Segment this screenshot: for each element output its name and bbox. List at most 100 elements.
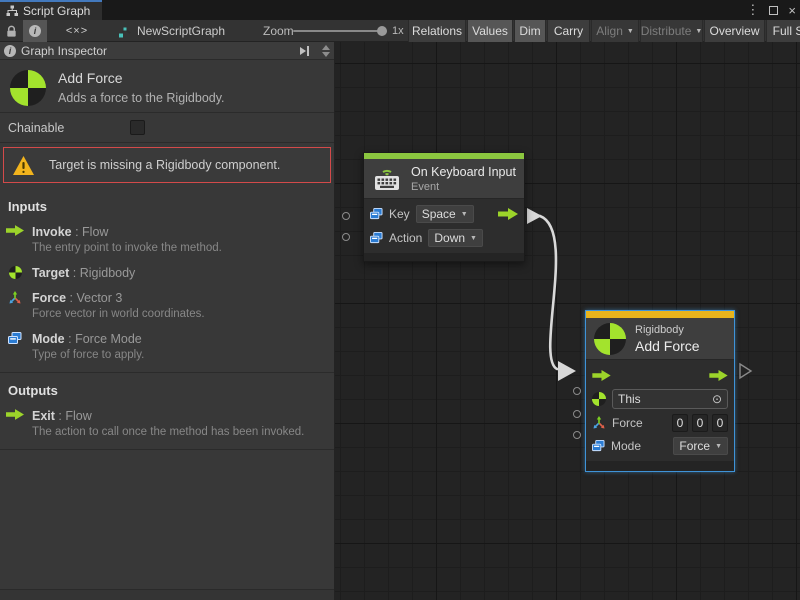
value-port[interactable] <box>342 212 350 220</box>
wire-start-arrow-icon[interactable] <box>527 208 542 224</box>
code-view-button[interactable]: <×> <box>59 20 95 42</box>
inspector-header: i Graph Inspector <box>0 42 334 60</box>
zoom-value: 1x <box>392 20 404 42</box>
node-warning-bar <box>586 311 734 318</box>
rigidbody-icon <box>594 323 626 355</box>
graph-inspector-panel: i Graph Inspector Add Force Adds a force… <box>0 42 335 600</box>
value-port[interactable] <box>342 233 350 241</box>
object-picker-icon[interactable]: ⊙ <box>712 392 722 406</box>
graph-breadcrumb[interactable]: NewScriptGraph <box>118 20 225 42</box>
flow-output-arrow-icon[interactable] <box>709 370 728 381</box>
info-icon: i <box>29 25 41 37</box>
fullscreen-label: Full S <box>773 24 800 38</box>
panel-spinner[interactable] <box>322 45 330 57</box>
mode-label: Mode <box>611 439 641 453</box>
mode-dropdown[interactable]: Force ▼ <box>673 437 728 455</box>
enum-icon <box>592 440 605 452</box>
dim-label: Dim <box>519 24 540 38</box>
dim-button[interactable]: Dim <box>514 20 546 42</box>
warning-text: Target is missing a Rigidbody component. <box>49 158 280 172</box>
overview-button[interactable]: Overview <box>704 20 765 42</box>
tab-title: Script Graph <box>23 4 90 18</box>
carry-label: Carry <box>554 24 583 38</box>
tab-script-graph[interactable]: Script Graph <box>0 0 102 20</box>
close-icon[interactable]: × <box>788 3 796 18</box>
values-label: Values <box>472 24 508 38</box>
node-body: This ⊙ Force 0 0 0 <box>586 360 734 461</box>
force-y-input[interactable]: 0 <box>692 414 708 432</box>
zoom-slider-track[interactable] <box>293 30 387 32</box>
fullscreen-button[interactable]: Full S <box>766 20 800 42</box>
rigidbody-icon <box>592 392 606 406</box>
port-row-mode: Mode : Force Mode Type of force to apply… <box>0 331 334 363</box>
inputs-header: Inputs <box>0 189 334 224</box>
port-row-exit: Exit : Flow The action to call once the … <box>0 408 334 440</box>
spin-up-icon[interactable] <box>322 45 330 50</box>
force-z-input[interactable]: 0 <box>712 414 728 432</box>
node-add-force[interactable]: Rigidbody Add Force This ⊙ <box>585 310 735 472</box>
node-footer <box>586 461 734 471</box>
inspector-bottom-strip <box>0 589 334 600</box>
lock-icon <box>5 25 18 38</box>
value-port[interactable] <box>573 387 581 395</box>
graph-canvas[interactable]: On Keyboard Input Event Key Space ▼ <box>335 42 800 600</box>
key-label: Key <box>389 207 410 221</box>
align-button[interactable]: Align ▼ <box>591 20 639 42</box>
flow-arrow-icon <box>6 225 24 236</box>
overview-label: Overview <box>709 24 759 38</box>
flow-input-arrow-icon[interactable] <box>592 370 611 381</box>
node-header[interactable]: On Keyboard Input Event <box>364 159 524 199</box>
values-button[interactable]: Values <box>467 20 513 42</box>
chainable-row: Chainable <box>0 113 334 143</box>
force-label: Force <box>612 416 643 430</box>
code-icon: <×> <box>66 25 88 37</box>
spin-down-icon[interactable] <box>322 52 330 57</box>
chevron-down-icon: ▼ <box>461 211 468 218</box>
info-icon: i <box>4 45 16 57</box>
action-value: Down <box>434 231 465 245</box>
window-controls: ⋮ × <box>746 0 796 20</box>
carry-button[interactable]: Carry <box>547 20 590 42</box>
node-footer <box>364 253 524 261</box>
enum-icon <box>8 332 22 345</box>
key-dropdown[interactable]: Space ▼ <box>416 205 474 223</box>
dock-panel-icon[interactable] <box>300 46 309 56</box>
this-object-field[interactable]: This ⊙ <box>612 389 728 409</box>
port-row-invoke: Invoke : Flow The entry point to invoke … <box>0 224 334 256</box>
node-body: Key Space ▼ Action Down <box>364 199 524 253</box>
relations-button[interactable]: Relations <box>408 20 466 42</box>
this-value: This <box>618 392 641 406</box>
force-x-input[interactable]: 0 <box>672 414 688 432</box>
node-category: Rigidbody <box>635 324 700 336</box>
zoom-slider-handle[interactable] <box>377 26 387 36</box>
chevron-down-icon: ▼ <box>715 443 722 450</box>
value-port[interactable] <box>573 410 581 418</box>
rigidbody-icon <box>10 70 46 106</box>
value-port[interactable] <box>573 431 581 439</box>
lock-button[interactable] <box>0 20 22 42</box>
tab-bar: Script Graph ⋮ × <box>0 0 800 20</box>
node-on-keyboard-input[interactable]: On Keyboard Input Event Key Space ▼ <box>363 152 525 262</box>
node-title: Add Force <box>635 338 700 354</box>
menu-icon[interactable]: ⋮ <box>746 2 759 18</box>
rigidbody-icon <box>9 266 22 279</box>
wire-end-arrow-icon[interactable] <box>558 361 576 381</box>
unit-summary: Add Force Adds a force to the Rigidbody. <box>0 60 334 113</box>
info-button[interactable]: i <box>23 20 47 42</box>
warning-icon <box>12 155 35 176</box>
flow-output-arrow-icon[interactable] <box>498 208 518 220</box>
distribute-button[interactable]: Distribute ▼ <box>640 20 703 42</box>
chainable-checkbox[interactable] <box>130 120 145 135</box>
node-header[interactable]: Rigidbody Add Force <box>586 318 734 360</box>
maximize-icon[interactable] <box>769 6 778 15</box>
graph-asset-icon <box>118 25 132 38</box>
enum-icon <box>370 208 383 220</box>
graph-toolbar: i <×> NewScriptGraph Zoom 1x Relations V… <box>0 20 800 42</box>
node-subtitle: Event <box>411 181 516 193</box>
outputs-header: Outputs <box>0 373 334 408</box>
vector3-icon <box>8 291 22 305</box>
flow-output-port-icon[interactable] <box>740 364 751 378</box>
zoom-slider[interactable] <box>293 20 387 42</box>
action-dropdown[interactable]: Down ▼ <box>428 229 483 247</box>
align-label: Align <box>596 24 623 38</box>
